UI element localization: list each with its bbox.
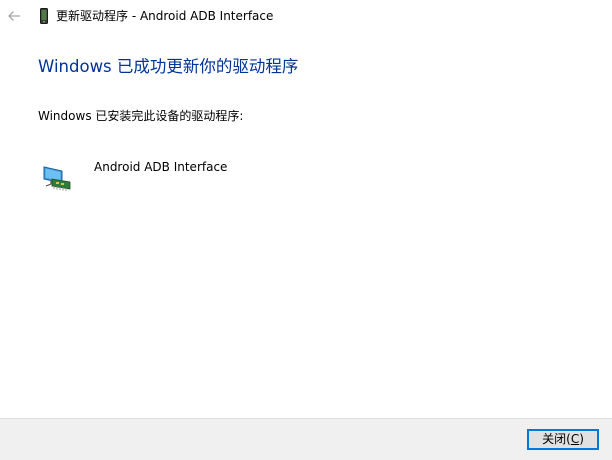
phone-device-icon <box>40 8 48 24</box>
network-adapter-icon <box>42 159 72 193</box>
device-name: Android ADB Interface <box>94 160 228 174</box>
installed-device-item: Android ADB Interface <box>40 156 340 196</box>
close-button[interactable]: 关闭(C) <box>527 429 599 450</box>
close-shortcut-key: C <box>570 432 580 446</box>
window-title: 更新驱动程序 - Android ADB Interface <box>56 9 274 23</box>
install-description: Windows 已安装完此设备的驱动程序: <box>38 109 244 123</box>
back-arrow-icon[interactable] <box>6 8 22 24</box>
page-title: Windows 已成功更新你的驱动程序 <box>38 57 299 76</box>
close-button-label: 关闭 <box>542 432 567 446</box>
close-shortcut-close: ) <box>579 432 584 446</box>
title-bar: 更新驱动程序 - Android ADB Interface <box>0 0 612 32</box>
dialog-footer: 关闭(C) <box>0 418 612 460</box>
